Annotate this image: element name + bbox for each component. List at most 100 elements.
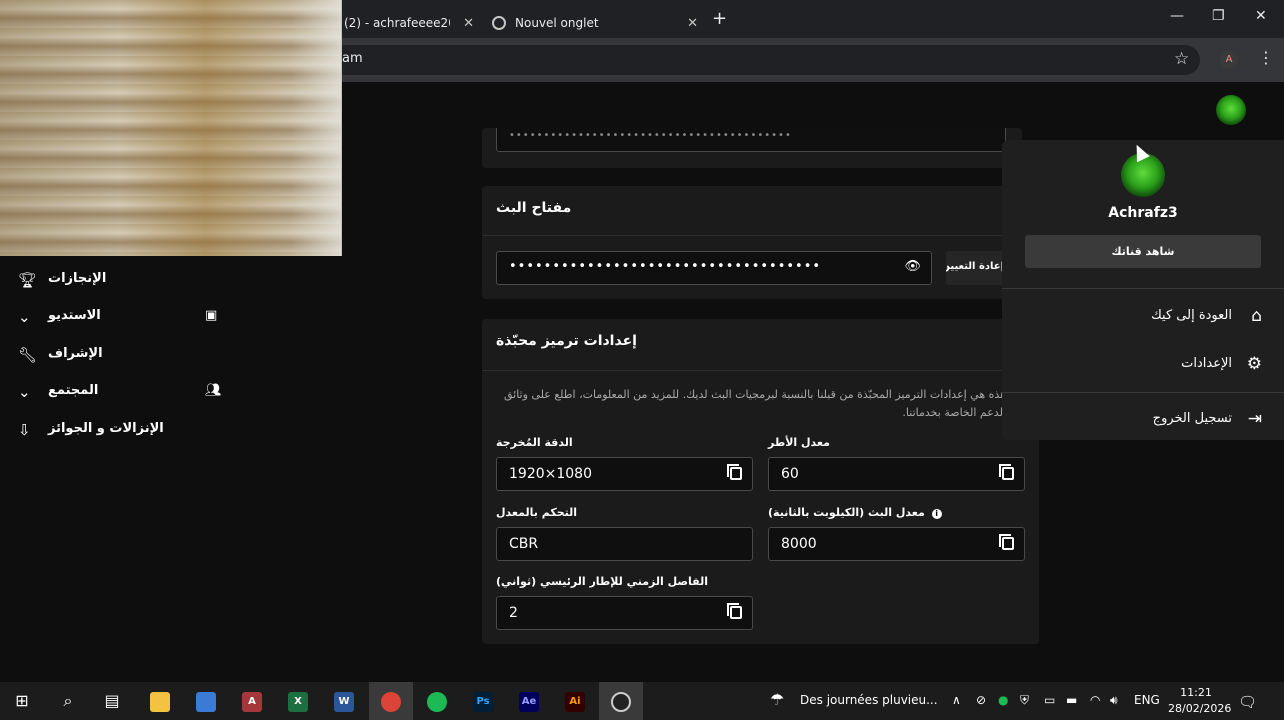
divider	[482, 235, 1002, 236]
task-view-icon[interactable]: ▤	[90, 682, 134, 720]
copy-icon[interactable]	[999, 464, 1014, 480]
sidebar-item-studio[interactable]: ⌄ الاستديو ▣	[0, 302, 230, 332]
tab-new-tab[interactable]: Nouvel onglet ✕	[480, 8, 698, 38]
resolution-label: الدقة المُخرجة	[496, 436, 573, 449]
logout-icon: ⇥	[1247, 409, 1262, 429]
stream-key-title: مفتاح البث	[496, 200, 572, 216]
sidebar-item-community[interactable]: ⌄ المجتمع 👥︎	[0, 377, 230, 407]
view-channel-button[interactable]: شاهد قناتك	[1025, 235, 1261, 268]
divider	[1002, 288, 1284, 289]
tab-kick[interactable]: (2) - achrafeeee2008 ✕	[342, 8, 474, 38]
bitrate-label: معدل البث (الكيلوبت بالثانية) i	[768, 506, 942, 519]
avatar	[1121, 153, 1165, 197]
tray-spotify-icon[interactable]: ●	[998, 693, 1008, 707]
volume-icon[interactable]: 🔊︎	[1110, 693, 1118, 708]
menu-item-label: الإعدادات	[1181, 356, 1232, 371]
sidebar-item-label: المجتمع	[48, 383, 99, 398]
sidebar-item-label: الإنزالات و الجوائز	[48, 421, 164, 436]
window-close-icon[interactable]: ✕	[1255, 8, 1267, 24]
maximize-icon[interactable]: ❐	[1212, 8, 1225, 24]
chrome-icon[interactable]	[369, 682, 413, 720]
home-icon: ⌂	[1251, 306, 1262, 326]
chevron-down-icon: ⌄	[18, 308, 31, 326]
framerate-label: معدل الأطر	[768, 436, 830, 449]
gear-icon: ⚙	[1246, 354, 1262, 374]
minimize-icon[interactable]: —	[1170, 8, 1184, 24]
menu-item-label: تسجيل الخروج	[1152, 411, 1232, 426]
photoshop-icon[interactable]: Ps	[461, 682, 505, 720]
chrome-icon	[492, 16, 506, 30]
drops-icon: ⇩	[18, 421, 31, 439]
eye-icon[interactable]: 👁︎	[904, 259, 921, 274]
avatar[interactable]	[1216, 95, 1246, 125]
address-bar[interactable]	[330, 45, 1200, 75]
access-icon[interactable]: A	[230, 682, 274, 720]
sidebar-item-label: الإشراف	[48, 346, 103, 361]
sidebar-item-label: الإنجازات	[48, 271, 107, 286]
reset-key-button[interactable]: إعادة التعيين	[946, 251, 1002, 285]
windows-start-icon[interactable]: ⊞	[0, 682, 44, 720]
sidebar-item-achievements[interactable]: 🏆︎ الإنجازات	[0, 265, 230, 295]
illustrator-icon[interactable]: Ai	[553, 682, 597, 720]
sidebar-item-drops[interactable]: ⇩ الإنزالات و الجوائز	[0, 415, 230, 445]
after-effects-icon[interactable]: Ae	[507, 682, 551, 720]
divider	[1002, 392, 1284, 393]
weather-icon[interactable]: ☂	[770, 690, 784, 709]
menu-item-label: العودة إلى كيك	[1151, 308, 1232, 323]
chevron-up-icon[interactable]: ∧	[952, 693, 961, 707]
tray-app-icon[interactable]: ⊘	[976, 693, 986, 707]
notifications-icon[interactable]: 🗨︎	[1238, 693, 1257, 711]
close-icon[interactable]: ✕	[687, 16, 698, 31]
wifi-icon[interactable]: ◠	[1090, 693, 1100, 707]
new-tab-icon[interactable]: +	[712, 8, 727, 29]
close-icon[interactable]: ✕	[463, 16, 474, 31]
keyframe-label: الفاصل الزمني للإطار الرئيسي (ثواني)	[496, 575, 708, 588]
rate-control-field[interactable]: CBR	[496, 527, 753, 561]
menu-item-back-to-kick[interactable]: العودة إلى كيك ⌂	[1002, 302, 1284, 332]
file-explorer-icon[interactable]	[138, 682, 182, 720]
excel-icon[interactable]: X	[276, 682, 320, 720]
language-indicator[interactable]: ENG	[1134, 693, 1160, 707]
username: Achrafz3	[1108, 205, 1178, 221]
resolution-field[interactable]: 1920×1080	[496, 457, 753, 491]
tab-label: Nouvel onglet	[515, 16, 599, 30]
trophy-icon: 🏆︎	[18, 271, 38, 289]
wrench-icon: 🔧︎	[18, 346, 38, 364]
clock-time: 11:21	[1180, 686, 1212, 699]
battery-icon[interactable]: ▬	[1066, 693, 1077, 707]
shield-icon[interactable]: ⛨	[1020, 693, 1029, 708]
server-url-field[interactable]: ••••••••••••••••••••••••••••••••••••••••…	[496, 128, 1006, 152]
copy-icon[interactable]	[999, 534, 1014, 550]
clock[interactable]: 11:21 28/02/2026	[1168, 685, 1232, 717]
menu-kebab-icon[interactable]: ⋮	[1258, 48, 1274, 67]
word-icon[interactable]: W	[322, 682, 366, 720]
studio-icon: ▣	[205, 308, 218, 323]
tab-label: (2) - achrafeeee2008	[344, 16, 450, 30]
bookmark-star-icon[interactable]: ☆	[1174, 49, 1189, 69]
encoder-description: هذه هي إعدادات الترميز المحبّذة من قبلنا…	[503, 388, 1006, 419]
copy-icon[interactable]	[727, 603, 742, 619]
info-icon[interactable]: i	[931, 509, 942, 519]
copy-icon[interactable]	[727, 464, 742, 480]
usb-icon[interactable]: ▭	[1044, 693, 1055, 707]
menu-item-logout[interactable]: تسجيل الخروج ⇥	[1002, 405, 1284, 435]
menu-item-settings[interactable]: الإعدادات ⚙	[1002, 350, 1284, 380]
rate-control-label: التحكم بالمعدل	[496, 506, 578, 519]
stream-key-input[interactable]: •••••••••••••••••••••••••••••••••••• 👁︎	[496, 251, 932, 285]
encoder-title: إعدادات ترميز محبّذة	[496, 333, 637, 349]
framerate-field[interactable]: 60	[768, 457, 1025, 491]
sidebar-item-label: الاستديو	[48, 308, 101, 323]
sidebar-item-moderation[interactable]: 🔧︎ الإشراف	[0, 340, 230, 370]
chevron-down-icon: ⌄	[18, 383, 31, 401]
clock-date: 28/02/2026	[1168, 702, 1232, 715]
obs-icon[interactable]	[599, 682, 643, 720]
keyframe-field[interactable]: 2	[496, 596, 753, 630]
spotify-icon[interactable]	[415, 682, 459, 720]
weather-text[interactable]: Des journées pluvieu...	[800, 693, 938, 707]
webcam-shading	[0, 0, 342, 256]
search-icon[interactable]: ⌕	[46, 682, 90, 720]
profile-icon[interactable]: A	[1220, 51, 1238, 69]
store-icon[interactable]	[184, 682, 228, 720]
divider	[482, 370, 1002, 371]
bitrate-field[interactable]: 8000	[768, 527, 1025, 561]
